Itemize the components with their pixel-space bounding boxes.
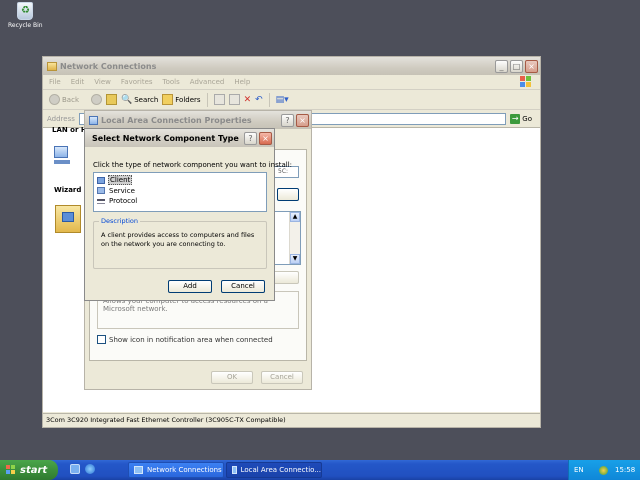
undo-icon[interactable]: ↶: [255, 95, 263, 105]
wizard-group-label: Wizard: [54, 186, 82, 194]
select-component-titlebar[interactable]: Select Network Component Type ? ×: [85, 129, 274, 147]
minimize-button[interactable]: _: [495, 59, 508, 73]
menu-edit[interactable]: Edit: [71, 78, 85, 86]
forward-button[interactable]: [91, 94, 102, 105]
show-icon-checkbox-row[interactable]: Show icon in notification area when conn…: [97, 335, 273, 344]
up-folder-icon[interactable]: [106, 94, 117, 105]
show-desktop-icon[interactable]: [70, 464, 80, 474]
menu-view[interactable]: View: [94, 78, 111, 86]
lan-group-label: LAN or H: [52, 126, 87, 134]
show-icon-checkbox[interactable]: [97, 335, 106, 344]
recycle-bin-icon[interactable]: Recycle Bin: [8, 2, 43, 29]
menu-advanced[interactable]: Advanced: [190, 78, 225, 86]
list-item-label: Client: [108, 175, 133, 186]
protocol-icon: [97, 198, 105, 204]
toolbar-separator: [268, 92, 270, 107]
clock[interactable]: 15:58: [615, 466, 635, 474]
status-bar: 3Com 3C920 Integrated Fast Ethernet Cont…: [43, 413, 540, 427]
network-task-icon: [134, 466, 143, 474]
quick-launch: [70, 464, 95, 474]
list-item-label: Service: [109, 186, 135, 195]
lac-task-icon: [232, 466, 237, 474]
list-item-label: Protocol: [109, 197, 138, 206]
task-label: Local Area Connectio...: [240, 466, 321, 474]
description-label: Description: [99, 217, 141, 225]
network-wizard-icon[interactable]: [55, 205, 81, 233]
move-to-icon[interactable]: [213, 94, 225, 105]
menu-help[interactable]: Help: [234, 78, 250, 86]
client-icon: [97, 176, 105, 184]
taskbar-network-connections[interactable]: Network Connections: [128, 462, 224, 478]
cancel-button[interactable]: Cancel: [221, 280, 265, 293]
address-label: Address: [47, 114, 75, 123]
folders-label: Folders: [175, 95, 201, 104]
menu-file[interactable]: File: [49, 78, 61, 86]
toolbar-separator: [206, 92, 208, 107]
folders-icon: [162, 94, 174, 105]
back-button[interactable]: Back: [49, 94, 79, 105]
select-component-prompt: Click the type of network component you …: [93, 161, 293, 169]
scroll-down-icon[interactable]: ▼: [290, 254, 300, 264]
select-help-button[interactable]: ?: [244, 131, 257, 145]
delete-icon[interactable]: ✕: [244, 95, 252, 105]
maximize-button[interactable]: □: [510, 59, 523, 73]
start-button[interactable]: start: [0, 460, 58, 480]
menu-tools[interactable]: Tools: [163, 78, 180, 86]
start-label: start: [20, 464, 48, 476]
lac-close-button[interactable]: ×: [296, 113, 309, 127]
lac-titlebar[interactable]: Local Area Connection Properties ? ×: [85, 111, 311, 129]
lac-cancel-button[interactable]: Cancel: [261, 371, 303, 384]
menu-favorites[interactable]: Favorites: [121, 78, 153, 86]
standard-toolbar: Back 🔍 Search Folders ✕ ↶ ▤▾: [43, 90, 540, 110]
select-close-button[interactable]: ×: [259, 131, 272, 145]
description-groupbox: Description A client provides access to …: [93, 217, 267, 269]
menu-bar: File Edit View Favorites Tools Advanced …: [43, 75, 540, 90]
go-button[interactable]: → Go: [510, 113, 532, 124]
lan-connection-icon[interactable]: [54, 146, 74, 170]
windows-flag-icon: [6, 465, 16, 475]
folders-button[interactable]: Folders: [162, 94, 201, 105]
lac-title: Local Area Connection Properties: [101, 115, 252, 125]
windows-logo-icon: [520, 76, 532, 88]
lac-network-icon: [89, 115, 98, 125]
list-item-service[interactable]: Service: [97, 186, 263, 197]
views-icon[interactable]: ▤▾: [276, 95, 289, 105]
component-type-list[interactable]: Client Service Protocol: [93, 172, 267, 212]
lac-ok-button[interactable]: OK: [211, 371, 253, 384]
help-button[interactable]: ?: [281, 113, 294, 127]
network-connections-titlebar[interactable]: Network Connections _ □ ×: [43, 57, 540, 75]
list-item-protocol[interactable]: Protocol: [97, 196, 263, 207]
select-component-dialog: Select Network Component Type ? × Click …: [84, 128, 292, 301]
task-label: Network Connections: [147, 466, 222, 474]
list-item-client[interactable]: Client: [97, 175, 263, 186]
network-folder-icon: [47, 61, 57, 71]
add-button[interactable]: Add: [168, 280, 212, 293]
scroll-up-icon[interactable]: ▲: [290, 212, 300, 222]
back-label: Back: [62, 95, 79, 104]
copy-to-icon[interactable]: [228, 94, 240, 105]
forward-arrow-icon: [91, 94, 102, 105]
service-icon: [97, 187, 105, 195]
recycle-bin-graphic: [17, 2, 33, 20]
search-button[interactable]: 🔍 Search: [121, 95, 158, 105]
show-icon-label: Show icon in notification area when conn…: [109, 335, 273, 344]
items-scrollbar[interactable]: ▲ ▼: [289, 212, 300, 264]
network-connections-title: Network Connections: [60, 61, 157, 71]
taskbar-lac-properties[interactable]: Local Area Connectio...: [226, 462, 322, 478]
search-icon: 🔍: [121, 94, 133, 105]
internet-explorer-icon[interactable]: [85, 464, 95, 474]
go-label: Go: [522, 114, 532, 123]
tray-network-icon[interactable]: [599, 465, 608, 475]
close-button[interactable]: ×: [525, 59, 538, 73]
language-indicator[interactable]: EN: [574, 466, 584, 474]
select-component-title: Select Network Component Type: [92, 133, 239, 143]
go-arrow-icon: →: [510, 113, 521, 124]
search-label: Search: [134, 95, 159, 104]
recycle-bin-label: Recycle Bin: [8, 22, 43, 29]
back-arrow-icon: [49, 94, 60, 105]
configure-button[interactable]: [277, 188, 299, 201]
description-text: A client provides access to computers an…: [101, 231, 255, 248]
